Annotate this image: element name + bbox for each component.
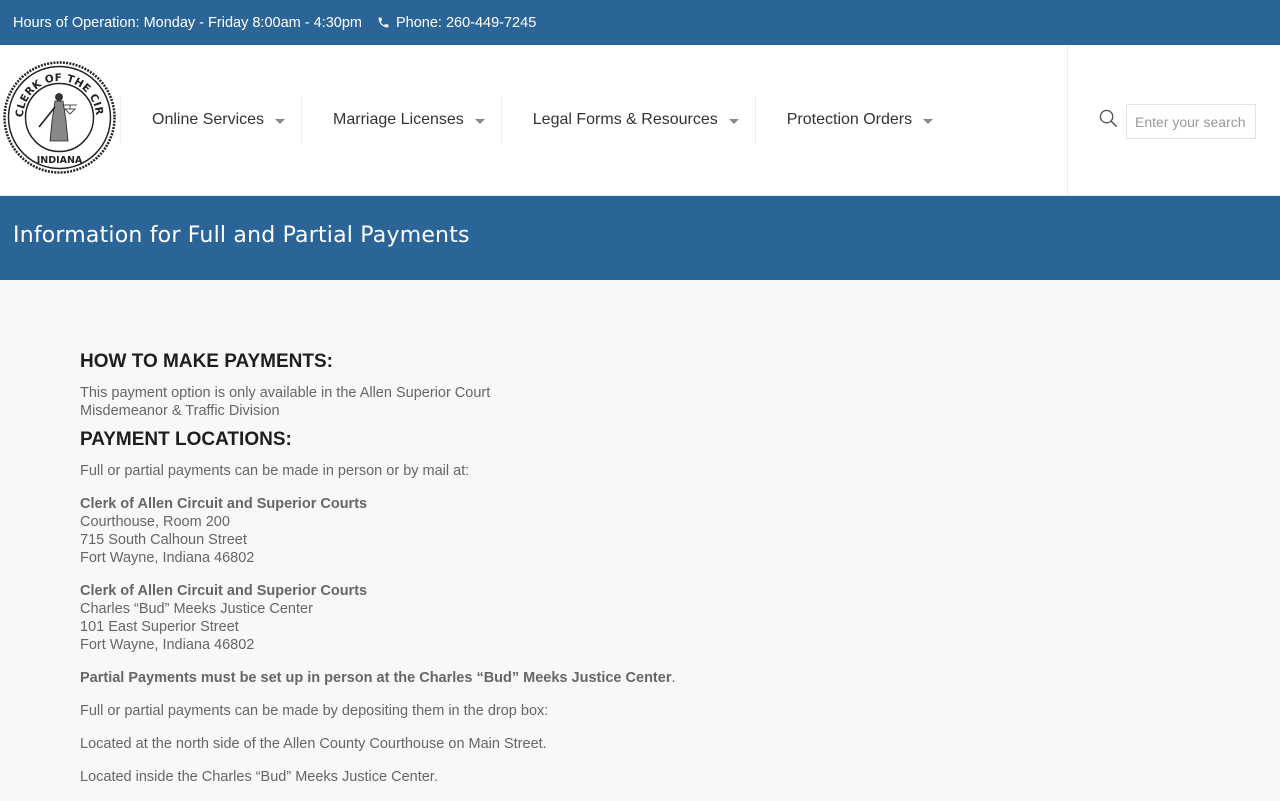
caret-down-icon [474, 118, 485, 124]
search-input[interactable] [1126, 104, 1256, 139]
nav-online-services-label: Online Services [152, 111, 265, 128]
nav-marriage-licenses[interactable]: Marriage Licenses [301, 96, 501, 144]
dropbox-location-courthouse: Located at the north side of the Allen C… [80, 736, 547, 752]
heading-payment-locations: PAYMENT LOCATIONS: [80, 429, 292, 450]
caret-down-icon [728, 118, 739, 124]
address-courthouse-name: Clerk of Allen Circuit and Superior Cour… [80, 496, 368, 512]
site-header: CLERK OF THE CIRCUIT COURT INDIANA Onlin… [0, 45, 1280, 196]
nav-protection-orders[interactable]: Protection Orders [754, 96, 949, 144]
address-justice-center: Clerk of Allen Circuit and Superior Cour… [80, 582, 880, 654]
page-title-bar: Information for Full and Partial Payment… [0, 196, 1280, 280]
locations-intro: Full or partial payments can be made in … [80, 463, 470, 479]
phone-contact[interactable]: Phone: 260-449-7245 [377, 15, 536, 31]
top-info-bar: Hours of Operation: Monday - Friday 8:00… [0, 0, 1280, 45]
payments-availability-text: This payment option is only available in… [80, 384, 880, 420]
nav-legal-forms-resources[interactable]: Legal Forms & Resources [500, 96, 755, 144]
phone-number: Phone: 260-449-7245 [395, 14, 537, 31]
svg-text:INDIANA: INDIANA [37, 155, 83, 166]
nav-marriage-licenses-label: Marriage Licenses [333, 111, 464, 128]
address-courthouse-line3: Fort Wayne, Indiana 46802 [80, 550, 255, 566]
caret-down-icon [923, 118, 934, 124]
nav-online-services[interactable]: Online Services [120, 96, 301, 144]
search-icon[interactable] [1099, 109, 1118, 133]
header-search [1067, 45, 1280, 195]
address-justice-center-line1: Charles “Bud” Meeks Justice Center [80, 601, 313, 617]
caret-down-icon [275, 118, 286, 124]
payments-line-2: Misdemeanor & Traffic Division [80, 403, 280, 419]
address-courthouse-line1: Courthouse, Room 200 [80, 514, 230, 530]
nav-legal-forms-label: Legal Forms & Resources [532, 111, 718, 128]
hours-of-operation: Hours of Operation: Monday - Friday 8:00… [13, 14, 362, 31]
address-justice-center-line3: Fort Wayne, Indiana 46802 [80, 637, 255, 653]
address-justice-center-name: Clerk of Allen Circuit and Superior Cour… [80, 583, 368, 599]
main-content: HOW TO MAKE PAYMENTS: This payment optio… [80, 350, 880, 801]
clerk-seal-logo[interactable]: CLERK OF THE CIRCUIT COURT INDIANA [0, 52, 116, 174]
partial-payments-note-end: . [671, 670, 676, 686]
partial-payments-note: Partial Payments must be set up in perso… [80, 669, 880, 687]
page-title: Information for Full and Partial Payment… [13, 223, 470, 248]
payments-line-1: This payment option is only available in… [80, 385, 491, 401]
partial-payments-note-bold: Partial Payments must be set up in perso… [80, 670, 672, 686]
phone-icon [378, 17, 389, 28]
heading-how-to-make-payments: HOW TO MAKE PAYMENTS: [80, 351, 333, 372]
address-justice-center-line2: 101 East Superior Street [80, 619, 239, 635]
nav-protection-orders-label: Protection Orders [786, 111, 913, 128]
dropbox-intro: Full or partial payments can be made by … [80, 703, 549, 719]
dropbox-location-justice-center: Located inside the Charles “Bud” Meeks J… [80, 769, 438, 785]
main-navigation: Online Services Marriage Licenses Legal … [120, 96, 949, 144]
address-courthouse: Clerk of Allen Circuit and Superior Cour… [80, 495, 880, 567]
address-courthouse-line2: 715 South Calhoun Street [80, 532, 247, 548]
